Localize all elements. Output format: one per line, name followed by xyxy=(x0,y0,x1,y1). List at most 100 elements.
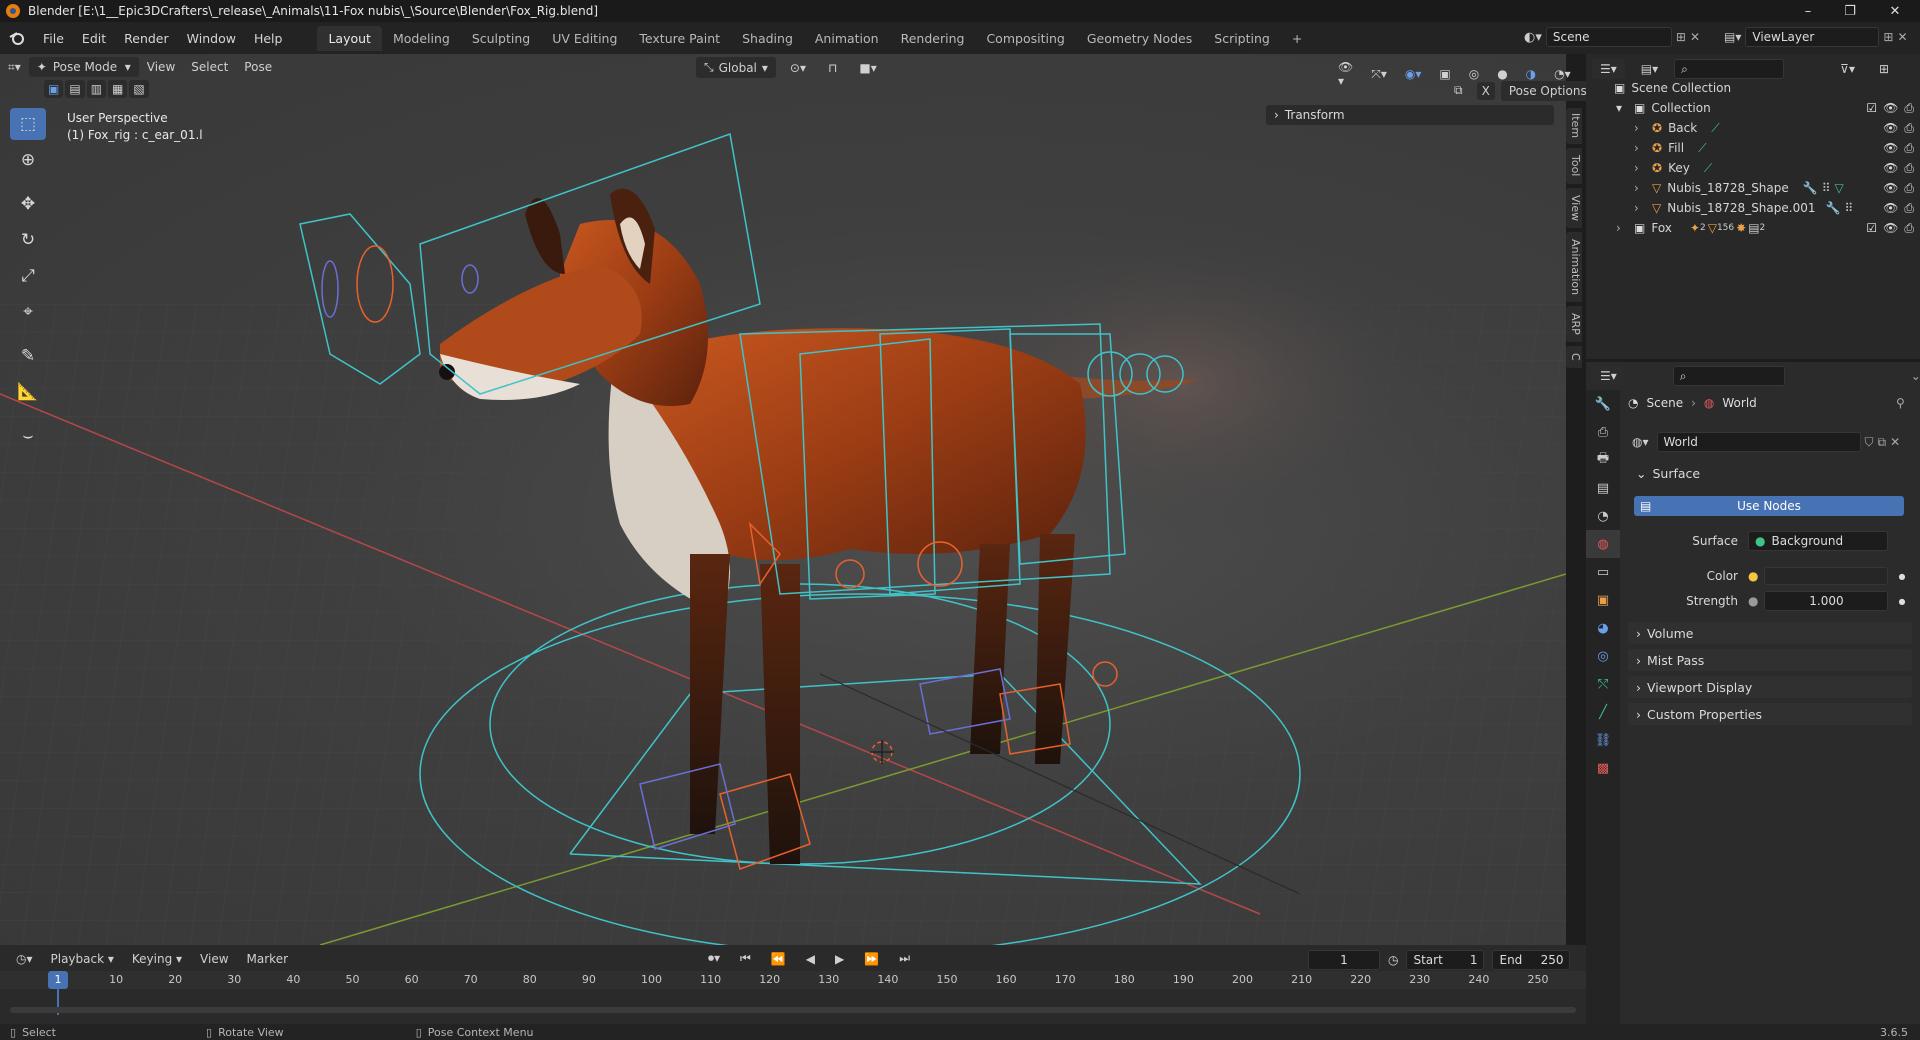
play-icon[interactable]: ▶ xyxy=(827,949,852,969)
bone-tab-icon[interactable]: ╱ xyxy=(1586,698,1620,726)
eye-icon[interactable]: 👁 xyxy=(1883,161,1898,176)
object-tab-icon[interactable]: ▣ xyxy=(1586,586,1620,614)
menu-window[interactable]: Window xyxy=(178,31,245,46)
viewlayer-icon[interactable]: ▤▾ xyxy=(1724,30,1741,44)
mist-pass-panel-header[interactable]: › Mist Pass xyxy=(1628,649,1912,671)
world-name-field[interactable]: World xyxy=(1656,432,1861,452)
menu-file[interactable]: File xyxy=(34,31,73,46)
timeline-scrollbar[interactable] xyxy=(10,1007,1576,1013)
new-collection-icon[interactable]: ⊞ xyxy=(1871,59,1897,79)
current-frame-field[interactable]: 1 xyxy=(1308,950,1380,970)
outliner-search-input[interactable]: ⌕ xyxy=(1674,59,1785,79)
transform-panel-header[interactable]: › Transform xyxy=(1266,105,1554,125)
duplicate-icon[interactable]: ⧉ xyxy=(1878,435,1887,450)
rotate-tool-icon[interactable]: ↻ xyxy=(10,224,46,256)
tab-animation[interactable]: Animation xyxy=(804,26,890,51)
pin-icon[interactable]: ⚲ xyxy=(1896,396,1905,410)
tab-sculpting[interactable]: Sculpting xyxy=(461,26,541,51)
tab-modeling[interactable]: Modeling xyxy=(382,26,461,51)
timeline-type-icon[interactable]: ◷▾ xyxy=(8,949,41,969)
strength-field[interactable]: 1.000 xyxy=(1764,591,1889,611)
surface-shader-select[interactable]: ● Background xyxy=(1748,531,1888,551)
snap-target-icon[interactable]: ■▾ xyxy=(851,58,884,78)
tab-geometry-nodes[interactable]: Geometry Nodes xyxy=(1076,26,1203,51)
physics-tab-icon[interactable]: ◎ xyxy=(1586,642,1620,670)
3d-viewport[interactable] xyxy=(0,54,1566,945)
select-extend-icon[interactable]: ▤ xyxy=(65,80,85,98)
eye-icon[interactable]: 👁 xyxy=(1883,141,1898,156)
timeline-menu-playback[interactable]: Playback ▾ xyxy=(43,949,122,969)
outliner-row-key[interactable]: › ✪ Key ⟋ 👁 ⎙ xyxy=(1586,158,1920,178)
remove-viewlayer-icon[interactable]: ✕ xyxy=(1897,30,1907,44)
start-frame-field[interactable]: Start 1 xyxy=(1406,950,1485,970)
value-socket-icon[interactable]: ● xyxy=(1748,594,1758,608)
visibility-icon[interactable]: 👁▾ xyxy=(1330,57,1361,91)
record-icon[interactable]: ⏺▾ xyxy=(700,948,728,969)
add-workspace-button[interactable]: + xyxy=(1281,26,1313,51)
timeline-menu-view[interactable]: View xyxy=(192,949,236,969)
eye-icon[interactable]: 👁 xyxy=(1883,201,1898,216)
viewport-menu-view[interactable]: View xyxy=(139,57,183,77)
editor-type-icon[interactable]: ⌗▾ xyxy=(0,57,29,78)
transform-tool-icon[interactable]: ⌖ xyxy=(10,296,46,328)
camera-icon[interactable]: ⎙ xyxy=(1904,161,1914,176)
expand-down-icon[interactable]: ▾ xyxy=(1616,101,1628,115)
select-intersect-icon[interactable]: ▧ xyxy=(129,80,149,98)
scale-tool-icon[interactable]: ⤢ xyxy=(10,260,46,292)
overlay-icon[interactable]: ◉▾ xyxy=(1397,64,1430,84)
npanel-tab-item[interactable]: Item xyxy=(1566,108,1582,144)
world-tab-icon[interactable]: ◍ xyxy=(1586,530,1620,558)
tab-compositing[interactable]: Compositing xyxy=(975,26,1075,51)
npanel-tab-animation[interactable]: Animation xyxy=(1566,232,1582,302)
camera-icon[interactable]: ⎙ xyxy=(1904,121,1914,136)
close-window-button[interactable]: ✕ xyxy=(1872,0,1918,22)
volume-panel-header[interactable]: › Volume xyxy=(1628,622,1912,644)
filter-icon[interactable]: ⊽▾ xyxy=(1832,59,1863,79)
tab-uv-editing[interactable]: UV Editing xyxy=(541,26,628,51)
use-nodes-button[interactable]: ▤ Use Nodes xyxy=(1634,496,1904,516)
pin-scene-icon[interactable]: ⊞ xyxy=(1676,30,1686,44)
render-tab-icon[interactable]: ⎙ xyxy=(1586,418,1620,446)
object-data-tab-icon[interactable]: ⤲ xyxy=(1586,670,1620,698)
viewport-display-panel-header[interactable]: › Viewport Display xyxy=(1628,676,1912,698)
output-tab-icon[interactable]: 🖶 xyxy=(1586,446,1620,474)
npanel-tab-c[interactable]: C xyxy=(1566,346,1582,368)
collection-tab-icon[interactable]: ▭ xyxy=(1586,558,1620,586)
cursor-tool-icon[interactable]: ⊕ xyxy=(10,144,46,176)
camera-icon[interactable]: ⎙ xyxy=(1904,101,1914,116)
view-layer-tab-icon[interactable]: ▤ xyxy=(1586,474,1620,502)
camera-icon[interactable]: ⎙ xyxy=(1904,141,1914,156)
timeline-menu-keying[interactable]: Keying ▾ xyxy=(124,949,190,969)
pivot-point-icon[interactable]: ⊙▾ xyxy=(782,58,814,78)
select-new-icon[interactable]: ▣ xyxy=(44,80,64,98)
unlink-icon[interactable]: ✕ xyxy=(1890,435,1900,449)
viewlayer-selector[interactable]: ViewLayer xyxy=(1745,27,1880,47)
select-subtract-icon[interactable]: ▥ xyxy=(86,80,107,98)
eye-icon[interactable]: 👁 xyxy=(1883,121,1898,136)
outliner-row-collection[interactable]: ▾ ▣ Collection ☑ 👁 ⎙ xyxy=(1586,98,1920,118)
blender-menu-icon[interactable] xyxy=(0,31,34,45)
annotate-tool-icon[interactable]: ✎ xyxy=(10,340,46,372)
tool-tab-icon[interactable]: 🔧 xyxy=(1586,390,1620,418)
viewport-menu-select[interactable]: Select xyxy=(183,57,236,77)
bone-curve-tool-icon[interactable]: ⌣ xyxy=(10,420,46,452)
npanel-tab-tool[interactable]: Tool xyxy=(1566,148,1582,184)
tab-layout[interactable]: Layout xyxy=(317,25,382,51)
scene-selector[interactable]: Scene xyxy=(1545,27,1672,47)
clock-icon[interactable]: ◷ xyxy=(1388,953,1398,967)
eye-icon[interactable]: 👁 xyxy=(1883,101,1898,116)
npanel-tab-arp[interactable]: ARP xyxy=(1566,306,1582,342)
scene-tab-icon[interactable]: ◔ xyxy=(1586,502,1620,530)
new-viewlayer-icon[interactable]: ⊞ xyxy=(1883,30,1893,44)
outliner-row-fox[interactable]: › ▣ Fox ✦ 2 ▽ 156 ✸ ▤ 2 ☑ 👁 ⎙ xyxy=(1586,218,1920,238)
jump-end-icon[interactable]: ⏭ xyxy=(891,948,918,969)
next-keyframe-icon[interactable]: ⏩ xyxy=(856,949,887,969)
x-mirror-toggle[interactable]: X xyxy=(1476,81,1495,100)
fake-user-icon[interactable]: ⛉ xyxy=(1865,435,1874,450)
menu-help[interactable]: Help xyxy=(245,31,292,46)
properties-search-input[interactable]: ⌕ xyxy=(1672,366,1785,386)
menu-edit[interactable]: Edit xyxy=(73,31,115,46)
checkbox-icon[interactable]: ☑ xyxy=(1866,101,1877,116)
prev-keyframe-icon[interactable]: ⏪ xyxy=(763,949,794,969)
scene-icon[interactable]: ◐▾ xyxy=(1524,30,1542,45)
